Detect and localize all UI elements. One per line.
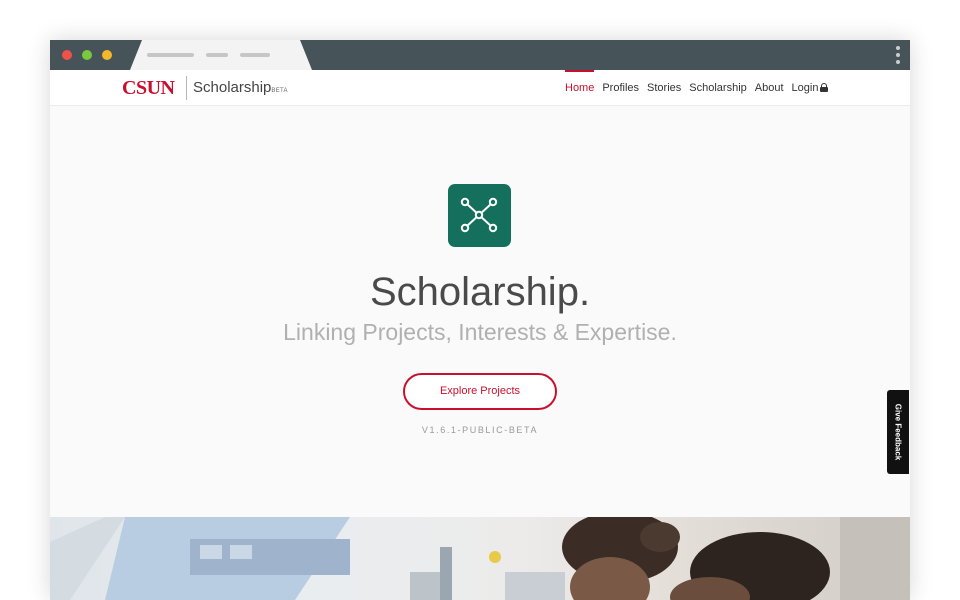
- lab-photo: [50, 517, 910, 600]
- nav-item-login-label: Login: [791, 82, 819, 94]
- nav-item-home[interactable]: Home: [565, 70, 595, 106]
- zoom-window-dot[interactable]: [102, 50, 112, 60]
- browser-tab[interactable]: [130, 40, 312, 70]
- logo-divider: [186, 76, 187, 100]
- nav-item-about[interactable]: About: [755, 70, 784, 106]
- explore-projects-button[interactable]: Explore Projects: [403, 373, 557, 410]
- lock-icon: [820, 83, 829, 92]
- tab-placeholder-bar: [206, 53, 228, 57]
- nav-item-stories[interactable]: Stories: [647, 70, 681, 106]
- minimize-window-dot[interactable]: [82, 50, 92, 60]
- brand-label: Scholarship: [193, 79, 272, 96]
- give-feedback-label: Give Feedback: [893, 403, 903, 461]
- tab-placeholder-bar: [147, 53, 194, 57]
- network-icon: [448, 184, 511, 247]
- beta-badge: BETA: [271, 88, 288, 94]
- main-nav: Home Profiles Stories Scholarship About …: [565, 70, 836, 106]
- nav-item-login[interactable]: Login: [792, 70, 829, 106]
- version-label: V1.6.1-PUBLIC-BETA: [421, 425, 539, 435]
- browser-window: CSUN ScholarshipBETA Home Profiles Stori…: [50, 40, 910, 600]
- kebab-menu-icon[interactable]: [896, 46, 900, 64]
- csun-logo[interactable]: CSUN: [122, 77, 175, 99]
- nav-item-profiles[interactable]: Profiles: [602, 70, 639, 106]
- brand-name[interactable]: ScholarshipBETA: [193, 79, 288, 100]
- site-navbar: CSUN ScholarshipBETA Home Profiles Stori…: [50, 70, 910, 106]
- tab-placeholder-bar: [240, 53, 270, 57]
- hero-title: Scholarship.: [369, 270, 591, 314]
- nav-item-scholarship[interactable]: Scholarship: [689, 70, 746, 106]
- hero-subtitle: Linking Projects, Interests & Expertise.: [283, 319, 677, 345]
- browser-chrome: [50, 40, 910, 70]
- give-feedback-tab[interactable]: Give Feedback: [887, 390, 909, 474]
- close-window-dot[interactable]: [62, 50, 72, 60]
